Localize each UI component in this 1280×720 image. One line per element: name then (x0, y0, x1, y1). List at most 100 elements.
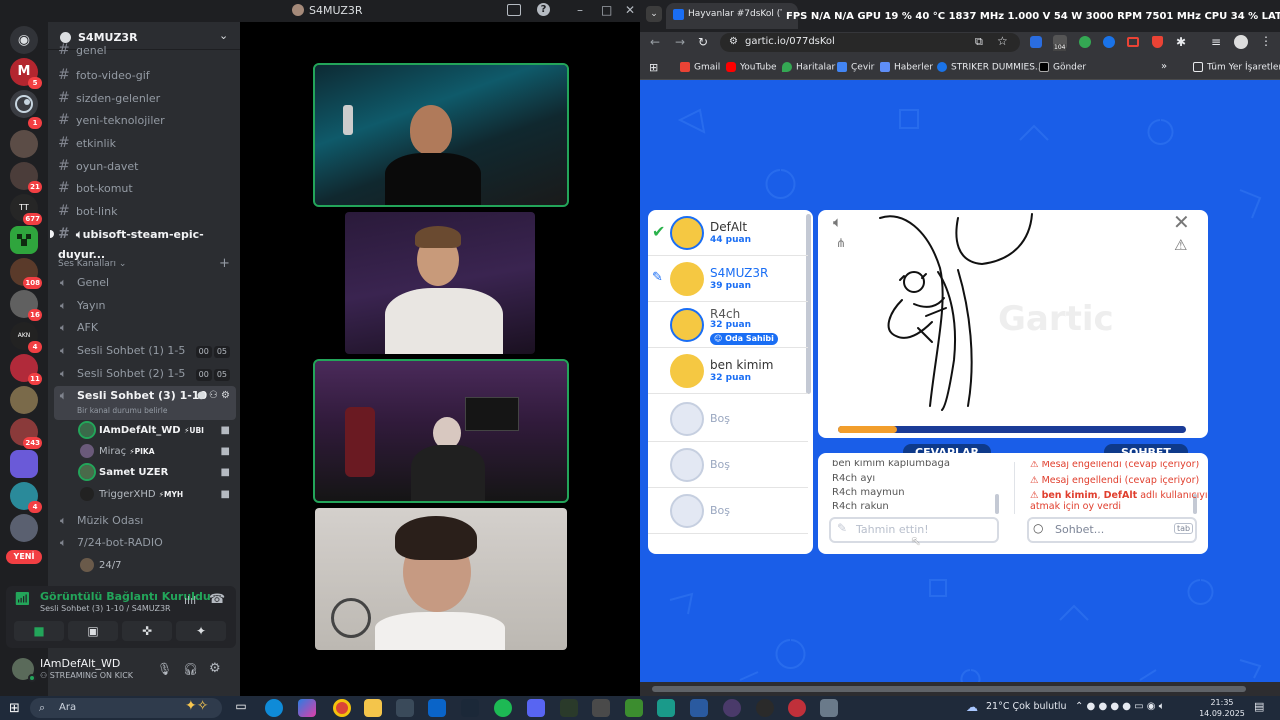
more-bookmarks-icon[interactable]: » (1161, 61, 1167, 72)
back-icon[interactable]: ← (650, 35, 660, 49)
voice-user-3[interactable]: Samet UZER ■ (78, 463, 236, 483)
bookmark-cevir[interactable]: Çevir (837, 62, 874, 73)
scroll-thumb[interactable] (652, 686, 1246, 692)
voice-sesli-2[interactable]: 🔈︎ Sesli Sohbet (2) 1-5 00 05 (60, 364, 236, 384)
player-row[interactable]: ✔ DefAlt 44 puan (648, 210, 808, 256)
guild-creeper[interactable] (10, 226, 38, 254)
video-tile-4[interactable] (315, 508, 567, 650)
install-app-icon[interactable]: ⧉ (975, 35, 983, 49)
voice-muzik[interactable]: 🔈︎ Müzik Odası (60, 511, 236, 531)
steam-taskbar-icon[interactable] (461, 699, 479, 717)
close-icon[interactable]: ✕ (1173, 210, 1190, 234)
app-icon[interactable] (560, 699, 578, 717)
voice-sesli-1[interactable]: 🔈︎ Sesli Sohbet (1) 1-5 00 05 (60, 341, 236, 361)
video-tile-1[interactable] (313, 63, 569, 207)
extension-icon-1[interactable] (1030, 36, 1042, 48)
windows-start-icon[interactable]: ⊞ (9, 701, 20, 716)
voice-yayin[interactable]: 🔈︎ Yayın (60, 296, 236, 316)
obs-icon[interactable] (723, 699, 741, 717)
player-row[interactable]: ben kimim 32 puan (648, 348, 808, 394)
discord-home-icon[interactable]: ◉ (10, 26, 38, 54)
guild-avatar-7[interactable]: 243 (10, 418, 42, 449)
app-icon-3[interactable] (657, 699, 675, 717)
channel-bot-komut[interactable]: # bot-komut (58, 178, 236, 198)
reading-list-icon[interactable]: ≡ (1211, 35, 1221, 49)
activity-button[interactable]: ✜ (122, 621, 172, 641)
empty-slot[interactable]: Boş (648, 396, 808, 442)
guild-akonomy[interactable]: AKN 4 (10, 322, 42, 353)
app-icon-5[interactable] (756, 699, 774, 717)
voice-user-1[interactable]: IAmDefAlt_WD ⚡UBI ■ (78, 421, 236, 441)
channel-sizden-gelenler[interactable]: # sizden-gelenler (58, 88, 236, 108)
share-icon[interactable]: ⋔ (836, 236, 846, 250)
app-icon-6[interactable] (788, 699, 806, 717)
voice-user-4[interactable]: TriggerXHD ⚡MYH ■ (80, 485, 236, 505)
screen-share-button[interactable]: ▣ (68, 621, 118, 641)
sound-icon[interactable]: 🔈︎ (833, 213, 842, 231)
inbox-icon[interactable] (507, 4, 521, 16)
app-icon-4[interactable] (690, 699, 708, 717)
headphones-icon[interactable]: 🎧︎ (183, 662, 198, 676)
bookmark-gmail[interactable]: Gmail (680, 62, 720, 73)
video-tile-2[interactable] (345, 212, 535, 354)
bookmark-star-icon[interactable]: ☆ (997, 34, 1008, 48)
guild-m[interactable]: M5 (10, 58, 42, 89)
file-explorer-icon[interactable] (364, 699, 382, 717)
bookmark-gonder[interactable]: Gönder (1039, 62, 1086, 73)
system-tray-icons[interactable]: ⌃ ● ● ● ● ▭ ◉ 🔈︎ (1075, 701, 1165, 712)
disconnect-icon[interactable]: ☎ (209, 592, 225, 607)
close-icon[interactable]: ✕ (625, 3, 635, 17)
guild-tt[interactable]: TT 677 (10, 194, 42, 225)
voice-genel[interactable]: 🔈︎ Genel (60, 273, 236, 293)
channel-status[interactable]: Bir kanal durumu belirle (77, 406, 167, 415)
channel-actions-icon[interactable]: ● ⚇ ⚙ (197, 386, 230, 406)
noise-suppression-icon[interactable]: ılıl (184, 594, 196, 607)
extensions-icon[interactable]: ✱ (1176, 35, 1186, 49)
profile-avatar[interactable] (1234, 35, 1248, 49)
forward-icon[interactable]: → (675, 35, 685, 49)
connection-sub[interactable]: Sesli Sohbet (3) 1-10 / S4MUZ3R (40, 604, 171, 613)
tab-search-icon[interactable]: ⌄ (646, 6, 662, 22)
minimize-icon[interactable]: – (577, 3, 583, 17)
app-icon-7[interactable] (820, 699, 838, 717)
voice-afk[interactable]: 🔈︎ AFK (60, 318, 236, 338)
minecraft-icon[interactable] (625, 699, 643, 717)
guild-avatar-6[interactable] (10, 386, 38, 414)
soundboard-button[interactable]: ✦ (176, 621, 226, 641)
site-info-icon[interactable]: ⚙︎ (729, 36, 738, 47)
channel-ubisoft[interactable]: # 🔈︎ubisoft-steam-epic-duyur... (58, 224, 236, 261)
notification-icon[interactable]: ▤ (1254, 700, 1264, 713)
channel-oyun-davet[interactable]: # oyun-davet (58, 156, 236, 176)
channel-foto-video-gif[interactable]: # foto-video-gif (58, 65, 236, 85)
voice-user-radio[interactable]: 24/7 (80, 556, 236, 576)
player-row[interactable]: R4ch 32 puan ☺ Oda Sahibi (648, 302, 808, 348)
bookmark-striker[interactable]: STRIKER DUMMIES... (937, 62, 1044, 73)
app-icon-2[interactable] (592, 699, 610, 717)
extension-icon-2[interactable]: 104 (1053, 35, 1067, 51)
add-channel-icon[interactable]: + (219, 256, 230, 271)
menu-icon[interactable]: ⋮ (1260, 34, 1272, 48)
guild-avatar-4[interactable]: 16 (10, 290, 42, 321)
task-view-icon[interactable]: ▭ (232, 699, 250, 717)
camera-button[interactable]: ■ (14, 621, 64, 641)
extension-icon-6[interactable] (1152, 36, 1163, 48)
guild-avatar-1[interactable] (10, 130, 38, 158)
settings-icon[interactable]: ⚙ (209, 661, 221, 676)
channel-etkinlik[interactable]: # etkinlik (58, 133, 236, 153)
answers-scrollbar[interactable] (995, 494, 999, 514)
bookmark-youtube[interactable]: YouTube (726, 62, 777, 73)
weather-text[interactable]: 21°C Çok bulutlu (986, 701, 1067, 712)
mic-icon[interactable]: 🎙︎ (157, 662, 172, 676)
discord-taskbar-icon[interactable] (527, 699, 545, 717)
extension-icon-3[interactable] (1079, 36, 1091, 48)
apps-icon[interactable]: ⊞ (649, 61, 658, 74)
bookmark-haberler[interactable]: Haberler (880, 62, 933, 73)
report-icon[interactable]: ⚠ (1174, 236, 1187, 254)
guild-avatar-9[interactable]: 4 (10, 482, 42, 513)
chat-input[interactable] (1027, 517, 1197, 543)
guild-avatar-8[interactable] (10, 450, 38, 478)
url-text[interactable]: gartic.io/077dsKol (745, 36, 835, 47)
edge-icon[interactable] (265, 699, 283, 717)
player-row[interactable]: ✎ S4MUZ3R 39 puan (648, 256, 808, 302)
bookmark-haritalar[interactable]: Haritalar (782, 62, 835, 73)
